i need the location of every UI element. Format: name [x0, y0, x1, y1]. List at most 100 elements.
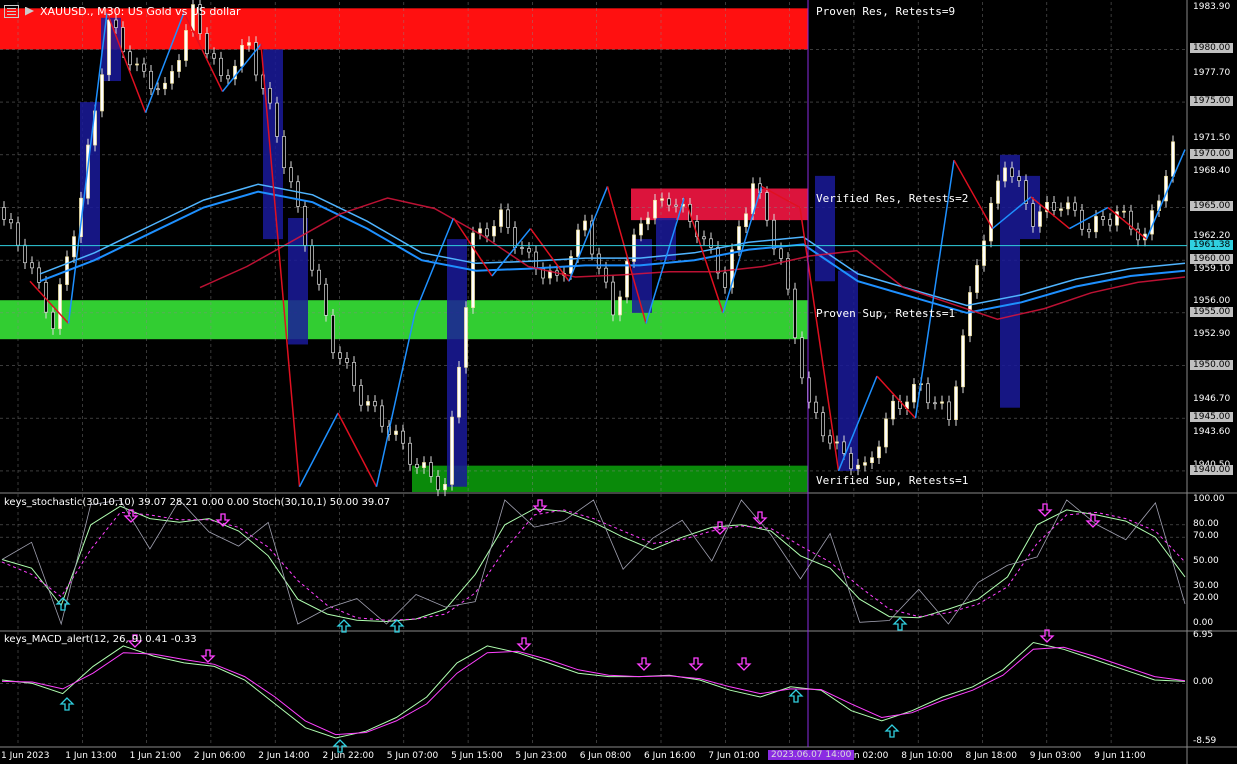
zigzag-segment — [876, 375, 917, 419]
price-tag: 1955.00 — [1190, 306, 1234, 317]
time-axis-label: 5 Jun 07:00 — [386, 751, 439, 761]
candle-body — [765, 192, 769, 221]
menu-icon[interactable] — [4, 4, 19, 18]
candle-body — [100, 74, 104, 112]
candle-body — [163, 82, 167, 90]
candle-body — [380, 405, 384, 427]
candle-body — [821, 412, 825, 437]
time-axis-label: 5 Jun 15:00 — [451, 751, 503, 761]
time-axis-label: 8 Jun 18:00 — [965, 751, 1017, 761]
candle-body — [394, 430, 398, 435]
buy-arrow-icon — [389, 619, 405, 633]
candle-body — [149, 70, 153, 90]
current-price-tag: 1961.38 — [1190, 239, 1234, 250]
candle-body — [660, 198, 664, 201]
candle-body — [828, 435, 832, 444]
candle-body — [716, 247, 720, 274]
candle-body — [1059, 208, 1063, 211]
chart-title: XAUUSD., M30: US Gold vs US dollar — [4, 3, 240, 19]
price-axis-label: 1983.90 — [1193, 2, 1231, 13]
candle-body — [9, 218, 13, 224]
candle-body — [1094, 216, 1098, 233]
impulse-box — [656, 218, 676, 261]
price-axis-label: 1959.10 — [1193, 263, 1231, 274]
stoch-axis-label: 0.00 — [1193, 618, 1214, 628]
candle-body — [338, 352, 342, 359]
candle-body — [219, 57, 223, 76]
candle-body — [268, 88, 272, 104]
candle-body — [779, 248, 783, 259]
zigzag-segment — [1107, 206, 1147, 240]
time-axis-label: 2 Jun 14:00 — [258, 751, 310, 761]
play-icon[interactable] — [25, 6, 34, 16]
time-axis-label: 1 Jun 2023 — [1, 751, 50, 761]
candle-body — [366, 401, 370, 406]
zigzag-segment — [568, 186, 609, 282]
price-axis-label: 1977.70 — [1193, 67, 1231, 78]
candle-body — [436, 476, 440, 491]
buy-arrow-icon — [884, 724, 900, 738]
sell-arrow-icon — [636, 657, 652, 671]
candle-body — [359, 385, 363, 406]
zone-label: Verified Res, Retests=2 — [816, 192, 969, 205]
candle-body — [1003, 167, 1007, 182]
candle-body — [331, 314, 335, 354]
candle-body — [702, 236, 706, 240]
candle-body — [1031, 203, 1035, 227]
candle-body — [121, 27, 125, 53]
candle-body — [212, 53, 216, 59]
candle-body — [737, 226, 741, 251]
candle-body — [23, 244, 27, 264]
candle-body — [884, 418, 888, 448]
time-axis-label: 7 Jun 01:00 — [708, 751, 760, 761]
price-axis-label: 1968.40 — [1193, 165, 1231, 176]
candle-body — [800, 337, 804, 379]
candle-body — [156, 88, 160, 91]
candle-body — [506, 209, 510, 228]
candle-body — [275, 102, 279, 137]
candle-body — [772, 219, 776, 250]
candle-body — [142, 63, 146, 72]
candle-body — [310, 245, 314, 271]
candle-body — [793, 288, 797, 339]
zone-rect-3 — [412, 465, 808, 492]
candle-body — [1080, 209, 1084, 230]
chart-title-text: XAUUSD., M30: US Gold vs US dollar — [40, 4, 241, 18]
impulse-box — [838, 270, 858, 471]
candle-body — [576, 229, 580, 257]
candle-body — [786, 258, 790, 290]
candle-body — [835, 441, 839, 444]
macd-axis-label: 6.95 — [1193, 630, 1214, 640]
candle-body — [114, 19, 118, 28]
candle-body — [296, 181, 300, 207]
time-axis-label: 9 Jun 03:00 — [1029, 751, 1082, 761]
price-chart[interactable] — [0, 0, 1237, 764]
price-tag: 1940.00 — [1190, 464, 1234, 475]
sell-arrow-icon — [532, 499, 548, 513]
candle-body — [415, 463, 419, 468]
candle-body — [513, 227, 517, 248]
candle-body — [982, 240, 986, 266]
candle-body — [527, 248, 531, 253]
candle-body — [464, 307, 468, 368]
zone-label: Proven Res, Retests=9 — [816, 5, 956, 18]
stoch-main-line — [1, 505, 1186, 623]
sell-arrow-icon — [1037, 503, 1053, 517]
candle-body — [1010, 167, 1014, 177]
candle-body — [254, 42, 258, 76]
candle-body — [520, 247, 524, 249]
macd-main-line — [1, 641, 1186, 739]
zone-label: Verified Sup, Retests=1 — [816, 474, 969, 487]
candle-body — [429, 462, 433, 477]
time-axis-label: 2 Jun 06:00 — [193, 751, 246, 761]
price-tag: 1945.00 — [1190, 412, 1234, 423]
candle-body — [485, 228, 489, 237]
candle-body — [723, 272, 727, 288]
time-axis-label: 5 Jun 23:00 — [515, 751, 567, 761]
macd-label: keys_MACD_alert(12, 26, 9) 0.41 -0.33 — [4, 634, 197, 645]
candle-body — [611, 281, 615, 316]
candle-body — [1108, 219, 1112, 226]
zigzag-segment — [337, 412, 378, 488]
time-axis-label: 6 Jun 08:00 — [579, 751, 632, 761]
zone-label: Proven Sup, Retests=1 — [816, 307, 956, 320]
